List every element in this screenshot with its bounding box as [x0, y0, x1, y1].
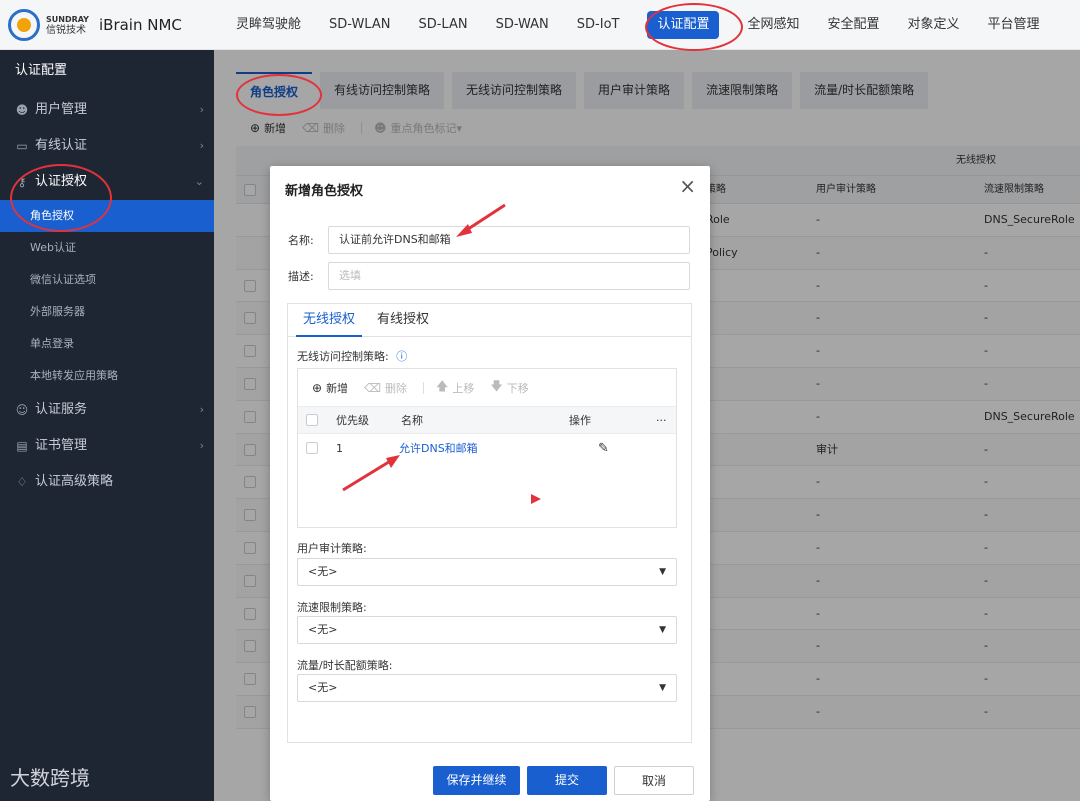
chevron-right-icon: › — [199, 439, 204, 452]
sidebar-item-external-server[interactable]: 外部服务器 — [0, 296, 214, 328]
name-label: 名称: — [288, 234, 314, 247]
product-name: iBrain NMC — [98, 16, 182, 34]
save-continue-button[interactable]: 保存并继续 — [433, 766, 520, 795]
acl-move-down-button[interactable]: 🡇 下移 — [490, 377, 528, 398]
tab-wired-grant[interactable]: 有线授权 — [370, 304, 436, 337]
arrow-up-icon: 🡅 — [436, 379, 449, 393]
brand-en: SUNDRAY — [46, 15, 89, 24]
caret-down-icon: ▼ — [659, 567, 666, 577]
edit-icon[interactable]: ✎ — [598, 434, 609, 464]
user-icon: ☻ — [15, 103, 29, 117]
cable-icon: ▭ — [16, 139, 28, 153]
arrow-down-icon: 🡇 — [490, 379, 503, 393]
quota-label: 流量/时长配额策略: — [297, 659, 393, 672]
topnav-sd-lan[interactable]: SD-LAN — [404, 0, 481, 50]
dialog-title: 新增角色授权 — [285, 184, 364, 199]
chevron-right-icon: › — [199, 103, 204, 116]
audit-select[interactable]: <无> ▼ — [297, 558, 677, 586]
grant-panel: 无线授权 有线授权 无线访问控制策略: ⓘ ⊕ 新增 ⌫ 删除 🡅 上移 🡇 下… — [287, 303, 692, 743]
annotation-circle-tab — [236, 74, 322, 116]
plus-circle-icon: ⊕ — [312, 380, 323, 395]
acl-col-priority: 优先级 — [336, 414, 369, 427]
top-bar: SUNDRAY 信锐技术 iBrain NMC 灵眸驾驶舱 SD-WLAN SD… — [0, 0, 1080, 50]
top-nav: 灵眸驾驶舱 SD-WLAN SD-LAN SD-WAN SD-IoT 认证配置 … — [222, 0, 1054, 50]
topnav-network-awareness[interactable]: 全网感知 — [733, 0, 813, 50]
acl-row-checkbox[interactable] — [306, 442, 318, 454]
rate-select[interactable]: <无> ▼ — [297, 616, 677, 644]
close-icon[interactable]: × — [679, 174, 696, 198]
rate-label: 流速限制策略: — [297, 601, 367, 614]
topnav-platform[interactable]: 平台管理 — [974, 0, 1054, 50]
brand-logo[interactable]: SUNDRAY 信锐技术 iBrain NMC — [8, 9, 182, 41]
topnav-sd-wlan[interactable]: SD-WLAN — [315, 0, 404, 50]
sidebar-item-cert-mgmt[interactable]: ▤ 证书管理 › — [0, 428, 214, 464]
annotation-circle-topnav — [645, 3, 743, 51]
add-role-dialog: 新增角色授权 × 名称: 认证前允许DNS和邮箱 描述: 选填 无线授权 有线授… — [270, 166, 710, 801]
watermark: 大数跨境 — [10, 766, 90, 790]
acl-table-box: ⊕ 新增 ⌫ 删除 🡅 上移 🡇 下移 优先级 名称 操作 ··· 1 允许DN… — [297, 368, 677, 528]
sidebar-item-web-auth[interactable]: Web认证 — [0, 232, 214, 264]
topnav-sd-wan[interactable]: SD-WAN — [482, 0, 563, 50]
chevron-down-icon: ⌄ — [194, 175, 204, 188]
submit-button[interactable]: 提交 — [527, 766, 607, 795]
more-icon[interactable]: ··· — [656, 407, 667, 435]
trash-icon: ⌫ — [364, 380, 382, 395]
sidebar-item-wechat-auth[interactable]: 微信认证选项 — [0, 264, 214, 296]
quota-select[interactable]: <无> ▼ — [297, 674, 677, 702]
caret-down-icon: ▼ — [659, 683, 666, 693]
acl-col-name: 名称 — [401, 414, 423, 427]
diamond-icon: ♢ — [16, 475, 28, 489]
acl-row: 1 允许DNS和邮箱 ✎ — [298, 434, 676, 464]
users-icon: ☺ — [15, 403, 29, 417]
sidebar-item-wired-auth[interactable]: ▭ 有线认证 › — [0, 128, 214, 164]
topnav-sd-iot[interactable]: SD-IoT — [563, 0, 634, 50]
sidebar-item-sso[interactable]: 单点登录 — [0, 328, 214, 360]
topnav-objects[interactable]: 对象定义 — [894, 0, 974, 50]
sidebar-item-user-mgmt[interactable]: ☻ 用户管理 › — [0, 92, 214, 128]
desc-label: 描述: — [288, 270, 314, 283]
acl-col-action: 操作 — [569, 414, 591, 427]
chevron-right-icon: › — [199, 139, 204, 152]
acl-select-all-checkbox[interactable] — [306, 414, 318, 426]
acl-label: 无线访问控制策略: — [297, 350, 389, 363]
info-icon[interactable]: ⓘ — [396, 350, 407, 363]
desc-input[interactable]: 选填 — [328, 262, 690, 290]
name-input[interactable]: 认证前允许DNS和邮箱 — [328, 226, 690, 254]
logo-icon — [8, 9, 40, 41]
annotation-circle-sidebar — [10, 164, 112, 232]
chevron-right-icon: › — [199, 403, 204, 416]
acl-row-priority: 1 — [336, 442, 343, 455]
sidebar: 认证配置 ☻ 用户管理 › ▭ 有线认证 › ⚷ 认证授权 ⌄ 角色授权 Web… — [0, 50, 214, 801]
topnav-cockpit[interactable]: 灵眸驾驶舱 — [222, 0, 315, 50]
audit-label: 用户审计策略: — [297, 542, 367, 555]
tab-wireless-grant[interactable]: 无线授权 — [296, 304, 363, 337]
brand-cn: 信锐技术 — [46, 25, 86, 36]
acl-add-button[interactable]: ⊕ 新增 — [312, 380, 348, 396]
certificate-icon: ▤ — [16, 439, 28, 453]
sidebar-item-local-forward[interactable]: 本地转发应用策略 — [0, 360, 214, 392]
acl-move-up-button[interactable]: 🡅 上移 — [436, 377, 474, 398]
caret-down-icon: ▼ — [659, 625, 666, 635]
acl-delete-button[interactable]: ⌫ 删除 — [364, 380, 407, 396]
acl-row-name-link[interactable]: 允许DNS和邮箱 — [399, 434, 478, 464]
sidebar-title: 认证配置 — [15, 63, 68, 78]
sidebar-item-advanced-policy[interactable]: ♢ 认证高级策略 — [0, 464, 214, 500]
topnav-security[interactable]: 安全配置 — [814, 0, 894, 50]
cancel-button[interactable]: 取消 — [614, 766, 694, 795]
sidebar-item-auth-service[interactable]: ☺ 认证服务 › — [0, 392, 214, 428]
